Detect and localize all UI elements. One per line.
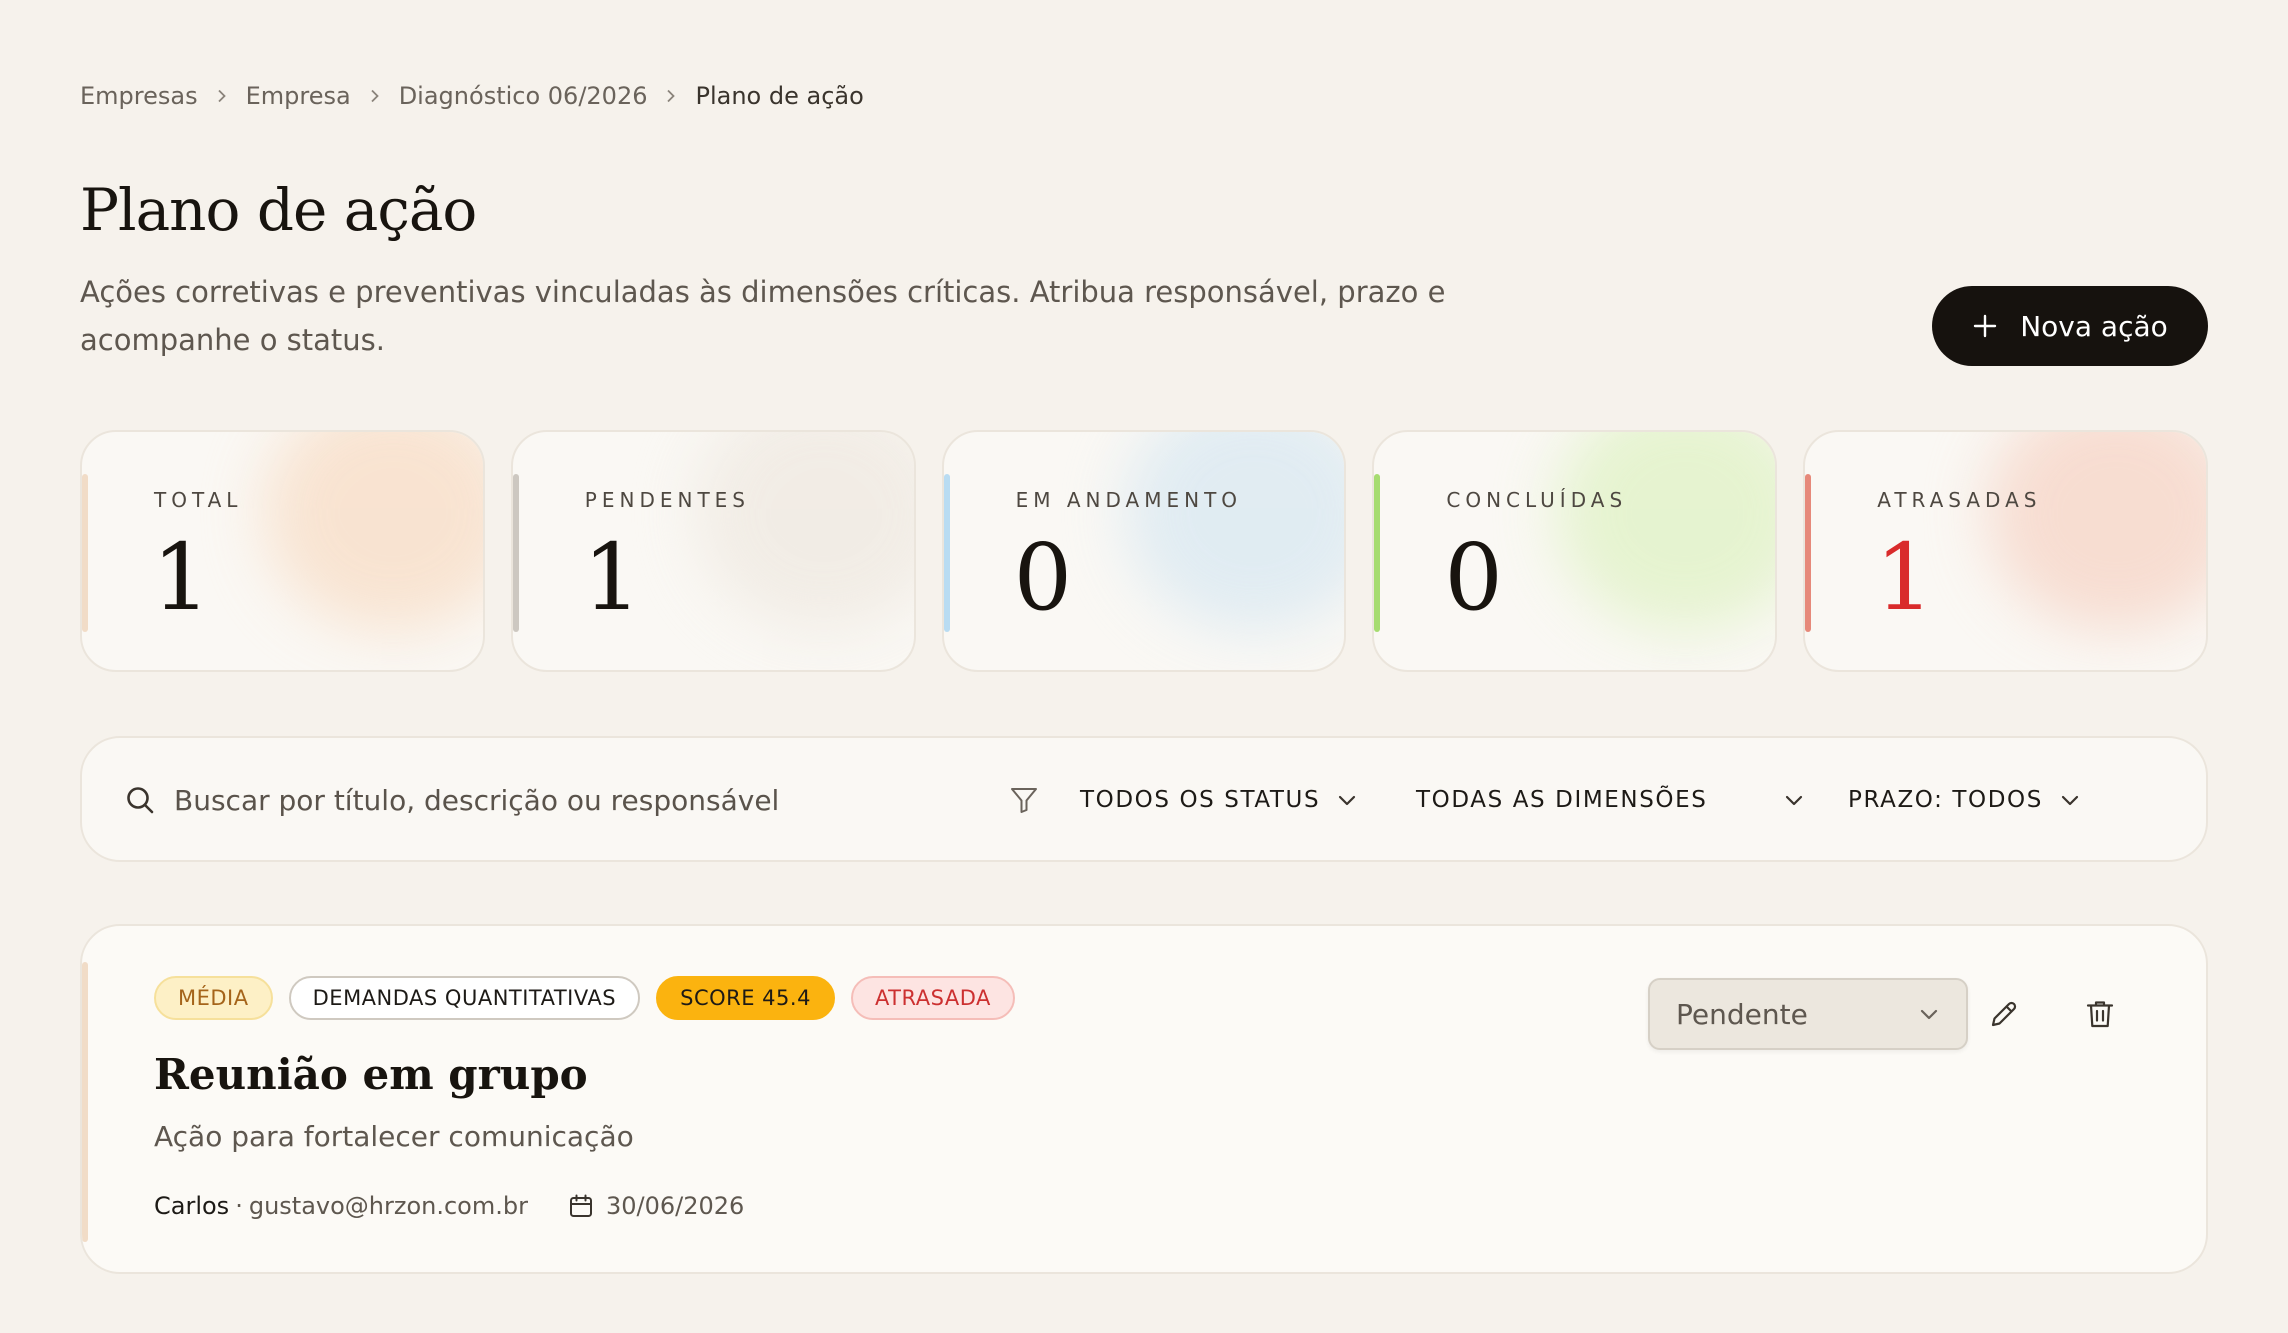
search-input[interactable] xyxy=(174,774,954,826)
page-subtitle: Ações corretivas e preventivas vinculada… xyxy=(80,275,1446,357)
filter-bar: TODOS OS STATUS TODAS AS DIMENSÕES PRAZO… xyxy=(80,736,2208,862)
edit-button[interactable] xyxy=(1980,990,2028,1038)
card-glow xyxy=(262,432,483,632)
status-filter-select[interactable]: TODOS OS STATUS xyxy=(1080,772,1358,828)
stat-label: CONCLUÍDAS xyxy=(1446,488,1628,512)
due-date: 30/06/2026 xyxy=(605,1192,745,1220)
owner-email: gustavo@hrzon.com.br xyxy=(248,1192,528,1220)
delete-button[interactable] xyxy=(2076,990,2124,1038)
meta-separator: · xyxy=(235,1192,243,1220)
card-glow xyxy=(693,432,914,632)
card-accent-bar xyxy=(82,962,88,1242)
stat-card-concluidas: CONCLUÍDAS 0 xyxy=(1372,430,1778,672)
stat-value: 1 xyxy=(152,524,211,631)
card-accent-bar xyxy=(1805,474,1812,632)
action-description: Ação para fortalecer comunicação xyxy=(154,1120,634,1153)
stat-value: 0 xyxy=(1013,524,1073,631)
action-card: MÉDIA DEMANDAS QUANTITATIVAS SCORE 45.4 … xyxy=(80,924,2208,1274)
stat-value: 1 xyxy=(582,524,642,631)
stat-label: PENDENTES xyxy=(584,488,751,512)
pencil-icon xyxy=(1991,1001,2017,1027)
page-title: Plano de ação xyxy=(80,176,477,244)
calendar-icon xyxy=(569,1194,592,1217)
card-glow xyxy=(1985,432,2206,632)
dimension-badge: DEMANDAS QUANTITATIVAS xyxy=(288,976,641,1020)
chevron-right-icon xyxy=(198,89,246,103)
stats-row: TOTAL 1 PENDENTES 1 EM ANDAMENTO 0 CONCL… xyxy=(80,430,2208,672)
dimension-filter-value: TODAS AS DIMENSÕES xyxy=(1416,787,1708,813)
action-status-value: Pendente xyxy=(1676,997,1808,1031)
chevron-right-icon xyxy=(351,89,399,103)
card-accent-bar xyxy=(82,474,88,632)
card-glow xyxy=(1124,432,1345,632)
breadcrumb-item-empresas[interactable]: Empresas xyxy=(80,82,198,110)
score-badge: SCORE 45.4 xyxy=(656,976,835,1020)
card-accent-bar xyxy=(943,474,950,632)
breadcrumb: Empresas Empresa Diagnóstico 06/2026 Pla… xyxy=(80,82,864,110)
owner-name: Carlos xyxy=(154,1192,230,1220)
stat-value: 0 xyxy=(1444,524,1503,631)
stat-card-pendentes: PENDENTES 1 xyxy=(510,430,916,672)
trash-icon xyxy=(2086,1001,2114,1028)
chevron-right-icon xyxy=(647,89,695,103)
priority-badge: MÉDIA xyxy=(154,976,273,1020)
stat-value: 1 xyxy=(1875,524,1934,631)
stat-card-em-andamento: EM ANDAMENTO 0 xyxy=(941,430,1347,672)
stat-card-total: TOTAL 1 xyxy=(80,430,485,672)
chevron-down-icon xyxy=(2061,795,2079,806)
action-meta: Carlos · gustavo@hrzon.com.br 30/06/2026 xyxy=(154,1192,744,1220)
stat-label: ATRASADAS xyxy=(1877,488,2042,512)
chevron-down-icon xyxy=(1920,1009,1938,1020)
breadcrumb-item-diagnostico[interactable]: Diagnóstico 06/2026 xyxy=(399,82,648,110)
search-icon xyxy=(127,787,154,814)
new-action-label: Nova ação xyxy=(2020,309,2168,343)
filter-icon xyxy=(1011,788,1037,813)
deadline-filter-value: PRAZO: TODOS xyxy=(1848,787,2043,813)
card-accent-bar xyxy=(1374,474,1381,632)
page: Empresas Empresa Diagnóstico 06/2026 Pla… xyxy=(0,0,2288,1333)
plus-icon xyxy=(1974,314,1997,338)
deadline-filter-select[interactable]: PRAZO: TODOS xyxy=(1848,772,2081,828)
new-action-button[interactable]: Nova ação xyxy=(1932,286,2208,366)
action-title: Reunião em grupo xyxy=(154,1050,588,1099)
chevron-down-icon xyxy=(1339,795,1356,806)
dimension-filter-select[interactable]: TODAS AS DIMENSÕES xyxy=(1416,772,1805,828)
breadcrumb-item-empresa[interactable]: Empresa xyxy=(246,82,351,110)
card-glow xyxy=(1555,432,1776,632)
late-status-badge: ATRASADA xyxy=(850,976,1015,1020)
chevron-down-icon xyxy=(1786,795,1803,806)
action-status-select[interactable]: Pendente xyxy=(1648,978,1968,1050)
stat-card-atrasadas: ATRASADAS 1 xyxy=(1803,430,2208,672)
action-tags: MÉDIA DEMANDAS QUANTITATIVAS SCORE 45.4 … xyxy=(154,976,1015,1020)
breadcrumb-item-current: Plano de ação xyxy=(695,82,864,110)
stat-label: TOTAL xyxy=(154,488,243,512)
status-filter-value: TODOS OS STATUS xyxy=(1080,787,1321,813)
stat-label: EM ANDAMENTO xyxy=(1015,488,1243,512)
card-accent-bar xyxy=(512,474,519,632)
